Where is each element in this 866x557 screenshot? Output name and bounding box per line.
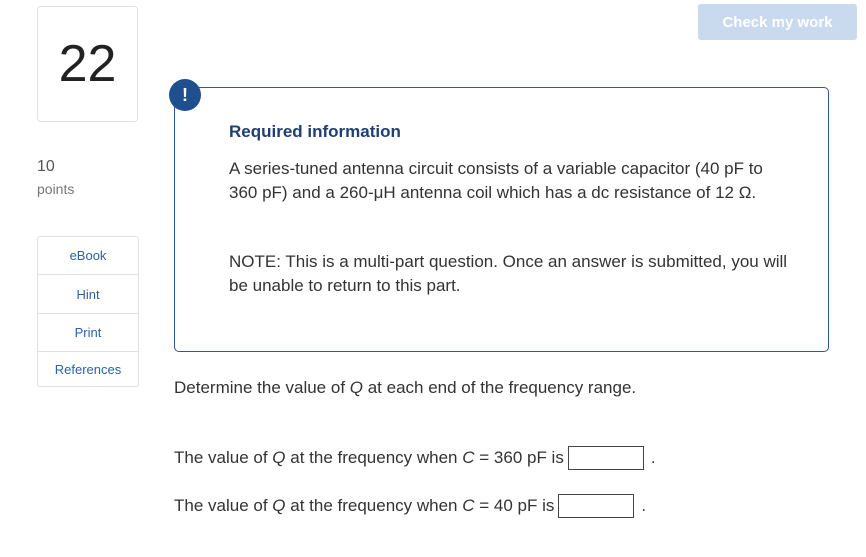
alert-icon: ! — [169, 79, 201, 111]
references-link[interactable]: References — [38, 351, 138, 386]
hint-link[interactable]: Hint — [38, 274, 138, 313]
info-text: A series-tuned antenna circuit consists … — [229, 159, 763, 202]
info-note: NOTE: This is a multi-part question. Onc… — [229, 252, 788, 295]
q-at-360pf-input[interactable] — [567, 446, 644, 470]
question-number-box: 22 — [37, 6, 138, 122]
q-at-40pf-input[interactable] — [558, 494, 635, 518]
q-variable: Q — [349, 378, 363, 397]
required-information-box: Required information A series-tuned ante… — [174, 87, 829, 352]
question-number: 22 — [58, 35, 117, 93]
question-tools: eBook Hint Print References — [37, 236, 139, 387]
info-title: Required information — [229, 122, 401, 141]
ebook-link[interactable]: eBook — [38, 237, 138, 274]
print-link[interactable]: Print — [38, 313, 138, 351]
answer-row-360pf: The value of Q at the frequency when C =… — [174, 446, 656, 470]
points-label: points — [37, 181, 75, 197]
question-prompt: Determine the value of Q at each end of … — [174, 378, 637, 397]
answer-row-40pf: The value of Q at the frequency when C =… — [174, 494, 646, 518]
points-value: 10 — [37, 158, 55, 175]
check-my-work-button[interactable]: Check my work — [698, 4, 857, 40]
